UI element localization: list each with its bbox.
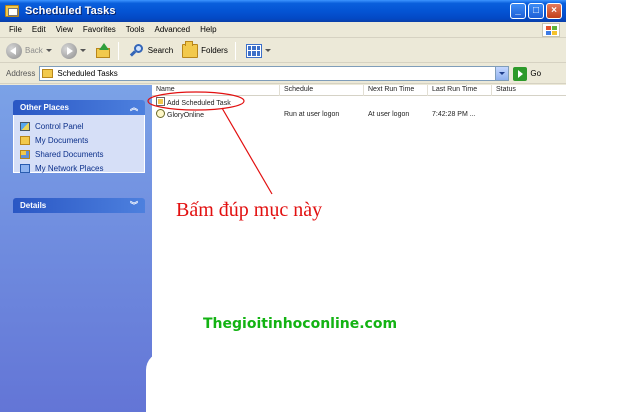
place-control-panel[interactable]: Control Panel: [20, 119, 138, 133]
menu-help[interactable]: Help: [195, 25, 221, 34]
task-next-run: At user logon: [368, 111, 410, 118]
column-last-run-time[interactable]: Last Run Time: [428, 85, 492, 96]
chevron-down-icon[interactable]: [45, 49, 52, 52]
column-headers: Name Schedule Next Run Time Last Run Tim…: [152, 85, 566, 96]
folders-icon: [182, 40, 199, 58]
go-label: Go: [530, 69, 542, 78]
forward-arrow-icon: [60, 42, 77, 59]
forward-button[interactable]: [58, 41, 89, 61]
place-shared-documents[interactable]: Shared Documents: [20, 147, 138, 161]
chevron-down-icon[interactable]: [264, 49, 271, 52]
blank-margin: [566, 0, 640, 412]
other-places-panel: Control Panel My Documents Shared Docume…: [13, 115, 145, 173]
windows-logo-icon: [542, 23, 560, 37]
window-title: Scheduled Tasks: [25, 5, 116, 17]
maximize-button[interactable]: □: [528, 3, 544, 19]
place-label: My Network Places: [35, 163, 104, 173]
menu-file[interactable]: File: [4, 25, 27, 34]
task-last-run: 7:42:28 PM ...: [432, 111, 476, 118]
control-panel-icon: [20, 121, 30, 131]
go-button[interactable]: Go: [513, 66, 542, 81]
views-icon: [245, 43, 262, 58]
other-places-header[interactable]: Other Places ︽: [13, 100, 145, 115]
place-network-places[interactable]: My Network Places: [20, 161, 138, 175]
search-label: Search: [147, 46, 174, 55]
address-bar: Address Scheduled Tasks Go: [0, 64, 566, 84]
column-schedule[interactable]: Schedule: [280, 85, 364, 96]
column-next-run-time[interactable]: Next Run Time: [364, 85, 428, 96]
search-icon: [129, 43, 145, 59]
address-value: Scheduled Tasks: [57, 69, 118, 78]
folders-label: Folders: [201, 46, 228, 55]
task-schedule: Run at user logon: [284, 111, 340, 118]
minimize-button[interactable]: _: [510, 3, 526, 19]
back-arrow-icon: [6, 42, 22, 59]
column-status[interactable]: Status: [492, 85, 566, 96]
title-bar[interactable]: Scheduled Tasks _ □ ×: [0, 0, 566, 22]
close-button[interactable]: ×: [546, 3, 562, 19]
menu-edit[interactable]: Edit: [27, 25, 51, 34]
crop-smudge: [146, 352, 376, 412]
search-button[interactable]: Search: [126, 41, 176, 61]
task-pane: Other Places ︽ Control Panel My Document…: [0, 85, 152, 412]
place-my-documents[interactable]: My Documents: [20, 133, 138, 147]
place-label: Control Panel: [35, 121, 84, 131]
toolbar: Back Search Folders: [0, 39, 566, 63]
go-arrow-icon: [513, 66, 528, 81]
place-label: My Documents: [35, 135, 89, 145]
scheduled-tasks-folder-icon: [5, 5, 19, 17]
menu-advanced[interactable]: Advanced: [149, 25, 195, 34]
my-documents-icon: [20, 135, 30, 145]
folder-icon: [42, 69, 54, 78]
views-button[interactable]: [243, 41, 274, 61]
watermark-text: Thegioitinhoconline.com: [203, 316, 398, 332]
menu-favorites[interactable]: Favorites: [78, 25, 121, 34]
details-header[interactable]: Details ︾: [13, 198, 145, 213]
back-button[interactable]: Back: [3, 41, 55, 61]
collapse-chevron-icon[interactable]: ︽: [130, 102, 138, 113]
window-controls: _ □ ×: [510, 3, 562, 19]
menu-tools[interactable]: Tools: [121, 25, 150, 34]
add-task-icon: [156, 97, 165, 106]
toolbar-separator: [117, 41, 119, 60]
up-folder-icon: [95, 42, 111, 59]
details-title: Details: [20, 201, 47, 210]
annotation-text: Bấm đúp mục này: [176, 199, 323, 221]
scheduled-task-icon: [156, 109, 165, 118]
folders-button[interactable]: Folders: [179, 40, 231, 61]
place-label: Shared Documents: [35, 149, 104, 159]
menu-bar: File Edit View Favorites Tools Advanced …: [0, 22, 566, 38]
other-places-title: Other Places: [20, 103, 69, 112]
task-name: GloryOnline: [167, 112, 204, 119]
expand-chevron-icon[interactable]: ︾: [130, 200, 138, 211]
task-name-cell: GloryOnline: [152, 109, 280, 122]
up-folder-button[interactable]: [92, 41, 114, 61]
menu-view[interactable]: View: [51, 25, 78, 34]
list-item-add-scheduled-task[interactable]: Add Scheduled Task: [152, 97, 566, 109]
back-label: Back: [25, 46, 43, 55]
toolbar-separator: [234, 41, 236, 60]
chevron-down-icon[interactable]: [79, 49, 86, 52]
address-label: Address: [6, 69, 36, 78]
list-item-gloryonline[interactable]: GloryOnline Run at user logon At user lo…: [152, 109, 566, 121]
column-name[interactable]: Name: [152, 85, 280, 96]
shared-documents-icon: [20, 149, 30, 159]
address-input[interactable]: Scheduled Tasks: [39, 66, 510, 81]
address-dropdown-button[interactable]: [495, 67, 509, 80]
network-places-icon: [20, 163, 30, 173]
task-name: Add Scheduled Task: [167, 100, 231, 107]
